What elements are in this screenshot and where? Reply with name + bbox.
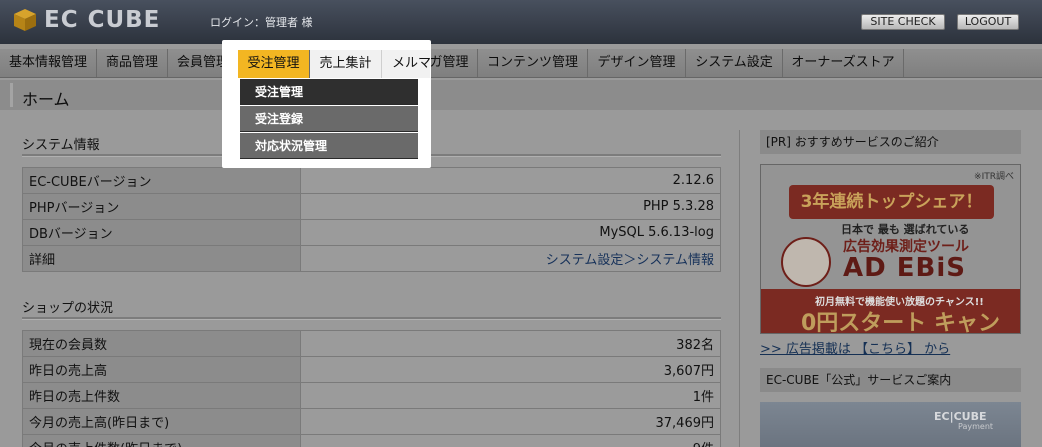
row-key: 今月の売上件数(昨日まで) <box>22 434 301 447</box>
row-value: 382名 <box>300 330 721 357</box>
nav-item-design[interactable]: デザイン管理 <box>588 49 686 77</box>
header-bar: EC CUBE ログイン：管理者 様 SITE CHECK LOGOUT <box>0 0 1042 44</box>
row-value: MySQL 5.6.13-log <box>300 219 721 246</box>
shop-status-title: ショップの状況 <box>22 301 114 316</box>
nav-item-mail-magazine-highlight[interactable]: メルマガ管理 <box>382 50 430 78</box>
ad-line1: 日本で 最も 選ばれている <box>841 223 970 236</box>
ec-cube-logo[interactable]: EC CUBE <box>12 7 160 33</box>
row-key: PHPバージョン <box>22 193 301 220</box>
nav-item-orders-open[interactable]: 受注管理 <box>238 50 310 78</box>
ad-ribbon: 3年連続トップシェア！ <box>789 185 994 219</box>
row-value: 2.12.6 <box>300 167 721 194</box>
table-row: 昨日の売上高 3,607円 <box>22 356 721 383</box>
table-row: DBバージョン MySQL 5.6.13-log <box>22 219 721 246</box>
table-row: 昨日の売上件数 1件 <box>22 382 721 409</box>
nav-item-products[interactable]: 商品管理 <box>97 49 168 77</box>
official-services-title: EC-CUBE「公式」サービスご案内 <box>760 368 1021 392</box>
table-row: PHPバージョン PHP 5.3.28 <box>22 193 721 220</box>
section-rule <box>22 317 721 320</box>
row-key: 昨日の売上件数 <box>22 382 301 409</box>
table-row: EC-CUBEバージョン 2.12.6 <box>22 167 721 194</box>
row-key: 昨日の売上高 <box>22 356 301 383</box>
dropdown-item-order-management[interactable]: 受注管理 <box>240 79 418 105</box>
title-marker <box>10 83 13 107</box>
logo-text: EC CUBE <box>44 7 161 33</box>
ad-brand: AD EBiS <box>843 253 966 283</box>
cube-logo-icon <box>12 7 38 33</box>
row-value: 9件 <box>300 434 721 447</box>
table-row: 現在の会員数 382名 <box>22 330 721 357</box>
row-value: PHP 5.3.28 <box>300 193 721 220</box>
ad-bottom-line2: 0円スタート キャンペーン! <box>801 311 1000 334</box>
mascot-icon <box>781 237 831 287</box>
dropdown-item-order-registration[interactable]: 受注登録 <box>240 106 418 132</box>
payment-sub: Payment <box>958 422 994 431</box>
system-info-detail-link[interactable]: システム設定＞システム情報 <box>300 245 721 272</box>
nav-item-sales-highlight[interactable]: 売上集計 <box>310 50 382 78</box>
ad-note: ※ITR調べ <box>974 172 1014 182</box>
nav-item-system[interactable]: システム設定 <box>686 49 783 77</box>
table-row: 今月の売上高(昨日まで) 37,469円 <box>22 408 721 435</box>
site-check-button[interactable]: SITE CHECK <box>861 14 945 30</box>
pr-section-title: [PR] おすすめサービスのご紹介 <box>760 130 1021 154</box>
logout-button[interactable]: LOGOUT <box>957 14 1019 30</box>
column-divider <box>739 130 740 447</box>
row-key: 詳細 <box>22 245 301 272</box>
page-title: ホーム <box>22 90 70 109</box>
nav-item-basic-info[interactable]: 基本情報管理 <box>0 49 97 77</box>
table-row: 今月の売上件数(昨日まで) 9件 <box>22 434 721 447</box>
row-value: 37,469円 <box>300 408 721 435</box>
ad-placement-link[interactable]: >> 広告掲載は 【こちら】 から <box>760 338 950 357</box>
nav-item-owners-store[interactable]: オーナーズストア <box>783 49 904 77</box>
row-key: 現在の会員数 <box>22 330 301 357</box>
main-nav: 基本情報管理 商品管理 会員管理 受注管理 売上集計 メルマガ管理 コンテンツ管… <box>0 49 1042 78</box>
row-key: EC-CUBEバージョン <box>22 167 301 194</box>
shop-status-table: 現在の会員数 382名 昨日の売上高 3,607円 昨日の売上件数 1件 今月の… <box>22 330 721 447</box>
dropdown-item-status-management[interactable]: 対応状況管理 <box>240 133 418 159</box>
ad-banner[interactable]: ※ITR調べ 3年連続トップシェア！ 日本で 最も 選ばれている 広告効果測定ツ… <box>760 164 1021 334</box>
table-row: 詳細 システム設定＞システム情報 <box>22 245 721 272</box>
nav-item-contents[interactable]: コンテンツ管理 <box>478 49 588 77</box>
row-key: 今月の売上高(昨日まで) <box>22 408 301 435</box>
system-info-title: システム情報 <box>22 138 100 153</box>
system-info-table: EC-CUBEバージョン 2.12.6 PHPバージョン PHP 5.3.28 … <box>22 167 721 272</box>
login-status: ログイン：管理者 様 <box>210 16 313 29</box>
page-title-bar: ホーム <box>0 80 1042 110</box>
row-value: 1件 <box>300 382 721 409</box>
row-key: DBバージョン <box>22 219 301 246</box>
row-value: 3,607円 <box>300 356 721 383</box>
